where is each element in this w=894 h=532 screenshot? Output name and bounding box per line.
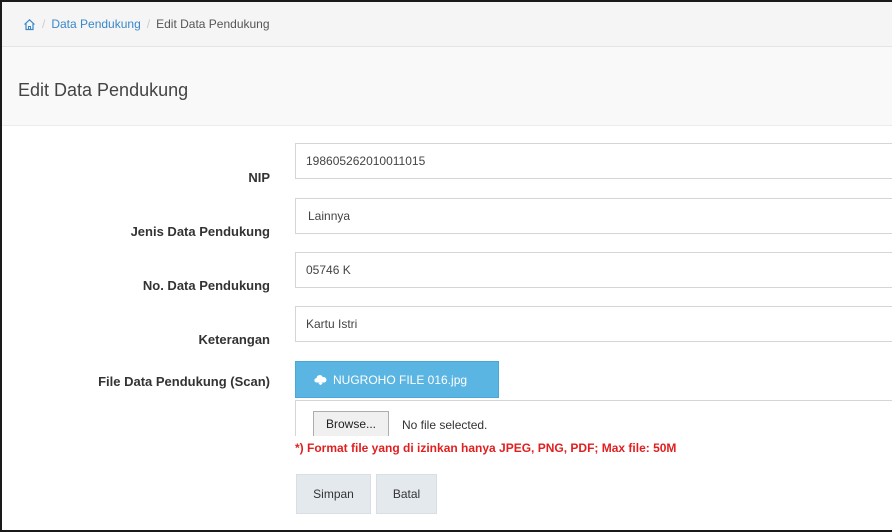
page-header: Edit Data Pendukung xyxy=(2,47,892,126)
keterangan-label: Keterangan xyxy=(198,332,270,347)
breadcrumb: / Data Pendukung / Edit Data Pendukung xyxy=(2,2,892,47)
file-chooser[interactable]: Browse... No file selected. xyxy=(295,400,892,436)
breadcrumb-separator: / xyxy=(42,17,46,31)
no-data-pendukung-field[interactable]: 05746 K xyxy=(295,252,892,288)
home-icon[interactable] xyxy=(22,17,36,31)
nip-label: NIP xyxy=(248,170,270,185)
keterangan-field[interactable]: Kartu Istri xyxy=(295,306,892,342)
jenis-data-pendukung-label: Jenis Data Pendukung xyxy=(130,224,270,239)
no-data-pendukung-label: No. Data Pendukung xyxy=(142,278,270,293)
file-format-note: *) Format file yang di izinkan hanya JPE… xyxy=(295,441,677,455)
cancel-button[interactable]: Batal xyxy=(376,474,437,514)
breadcrumb-current: Edit Data Pendukung xyxy=(156,17,270,31)
main-panel: / Data Pendukung / Edit Data Pendukung E… xyxy=(0,0,892,532)
current-file-name: NUGROHO FILE 016.jpg xyxy=(333,372,468,387)
browse-button[interactable]: Browse... xyxy=(313,411,389,436)
current-file-button[interactable]: NUGROHO FILE 016.jpg xyxy=(295,361,499,398)
save-button[interactable]: Simpan xyxy=(296,474,371,514)
no-file-selected-text: No file selected. xyxy=(402,418,488,432)
page-title: Edit Data Pendukung xyxy=(18,80,189,100)
breadcrumb-link-data-pendukung[interactable]: Data Pendukung xyxy=(51,17,140,31)
breadcrumb-separator: / xyxy=(146,17,151,31)
jenis-data-pendukung-select[interactable]: Lainnya xyxy=(295,198,892,234)
file-data-pendukung-label: File Data Pendukung (Scan) xyxy=(98,374,270,389)
nip-field[interactable]: 198605262010011015 xyxy=(295,143,892,179)
cloud-download-icon xyxy=(314,375,327,385)
